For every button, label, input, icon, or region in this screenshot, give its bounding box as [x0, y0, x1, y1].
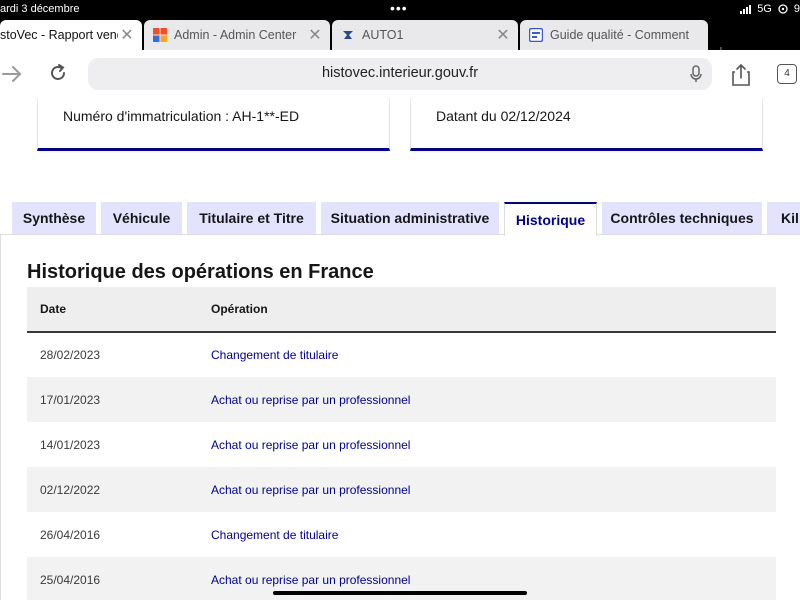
multitasking-dots[interactable]: •••	[390, 0, 408, 16]
url-text: histovec.interieur.gouv.fr	[321, 65, 479, 81]
row-operation: Achat ou reprise par un professionnel	[211, 437, 411, 452]
section-title: Historique des opérations en France	[27, 261, 374, 283]
tab-situation-administrative[interactable]: Situation administrative	[321, 202, 499, 234]
table-row: 26/04/2016 Changement de titulaire	[27, 512, 776, 557]
tab-historique[interactable]: Historique	[504, 202, 597, 236]
browser-tab-bar: stoVec - Rapport vende ✕ Admin - Admin C…	[0, 20, 800, 64]
browser-tab-title: Admin - Admin Center	[174, 28, 297, 42]
signal-icon	[740, 4, 752, 14]
row-operation: Achat ou reprise par un professionnel	[211, 482, 411, 497]
browser-tab-admin[interactable]: Admin - Admin Center ✕	[144, 20, 330, 50]
address-bar[interactable]: histovec.interieur.gouv.fr	[88, 58, 712, 90]
office-squares-icon	[153, 28, 167, 42]
status-bar: ardi 3 décembre ••• 5G 9	[0, 0, 800, 20]
tab-controles-techniques[interactable]: Contrôles techniques	[602, 202, 762, 234]
browser-tab-title: AUTO1	[362, 28, 404, 42]
column-header-operation: Opération	[211, 302, 268, 316]
info-card-date: · · · · · · · · · · · · · · · · · · · · …	[410, 98, 763, 151]
forms-icon	[529, 28, 543, 42]
row-date: 26/04/2016	[40, 527, 101, 542]
table-row: 14/01/2023 Achat ou reprise par un profes…	[27, 422, 776, 467]
tab-vehicule[interactable]: Véhicule	[101, 202, 182, 234]
row-date: 14/01/2023	[40, 437, 101, 452]
row-date: 17/01/2023	[40, 392, 101, 407]
table-row: 28/02/2023 Changement de titulaire	[27, 332, 776, 377]
table-row: 17/01/2023 Achat ou reprise par un profes…	[27, 377, 776, 422]
forward-arrow-icon[interactable]	[2, 66, 22, 82]
close-tab-icon[interactable]: ✕	[494, 25, 512, 45]
info-card-registration: · · · · · · · · Numéro d'immatriculation…	[37, 98, 390, 151]
battery-label: 9	[793, 3, 800, 15]
network-label: 5G	[757, 3, 772, 15]
orientation-lock-icon	[778, 4, 788, 14]
close-tab-icon[interactable]: ✕	[118, 25, 136, 45]
row-operation: Achat ou reprise par un professionnel	[211, 392, 411, 407]
card-faded-text: · · · · · · · · · · · · · · · · · · · · …	[436, 98, 653, 101]
card-faded-text: · · · · · · · ·	[63, 98, 143, 101]
table-header-row: Date Opération	[27, 287, 776, 332]
tab-kilometrage[interactable]: Kil	[767, 202, 800, 234]
browser-tab-histovec[interactable]: stoVec - Rapport vende ✕	[0, 20, 142, 50]
column-header-date: Date	[40, 302, 67, 316]
row-date: 02/12/2022	[40, 482, 101, 497]
close-tab-icon[interactable]: ✕	[306, 25, 324, 45]
microphone-icon[interactable]	[690, 65, 702, 83]
table-row: 02/12/2022 Achat ou reprise par un profes…	[27, 467, 776, 512]
browser-tab-title: stoVec - Rapport vende	[0, 28, 118, 42]
history-table: Date Opération 28/02/2023 Changement de t…	[27, 287, 776, 600]
browser-toolbar: histovec.interieur.gouv.fr 4	[0, 50, 800, 98]
browser-tab-guide[interactable]: Guide qualité - Comment	[520, 20, 708, 50]
status-indicators: 5G 9	[740, 3, 800, 15]
row-date: 28/02/2023	[40, 348, 101, 362]
browser-tab-auto1[interactable]: AUTO1 ✕	[332, 20, 518, 50]
row-date: 25/04/2016	[40, 572, 101, 587]
registration-number: Numéro d'immatriculation : AH-1**-ED	[63, 108, 300, 124]
history-panel: Historique des opérations en France Date…	[0, 235, 800, 600]
status-date: ardi 3 décembre	[0, 3, 80, 15]
page-content: · · · · · · · · Numéro d'immatriculation…	[0, 98, 800, 600]
tab-overview-button[interactable]: 4	[777, 64, 797, 84]
home-indicator[interactable]	[273, 591, 527, 595]
browser-tab-title: Guide qualité - Comment	[550, 28, 689, 42]
auto1-icon	[343, 31, 353, 39]
row-operation: Changement de titulaire	[211, 348, 339, 362]
reload-icon[interactable]	[48, 63, 68, 83]
report-tabs: Synthèse Véhicule Titulaire et Titre Sit…	[0, 202, 800, 236]
row-operation: Changement de titulaire	[211, 527, 339, 542]
share-icon[interactable]	[731, 63, 751, 87]
tab-titulaire[interactable]: Titulaire et Titre	[187, 202, 316, 234]
tab-synthese[interactable]: Synthèse	[12, 202, 96, 234]
report-date: Datant du 02/12/2024	[436, 108, 571, 124]
